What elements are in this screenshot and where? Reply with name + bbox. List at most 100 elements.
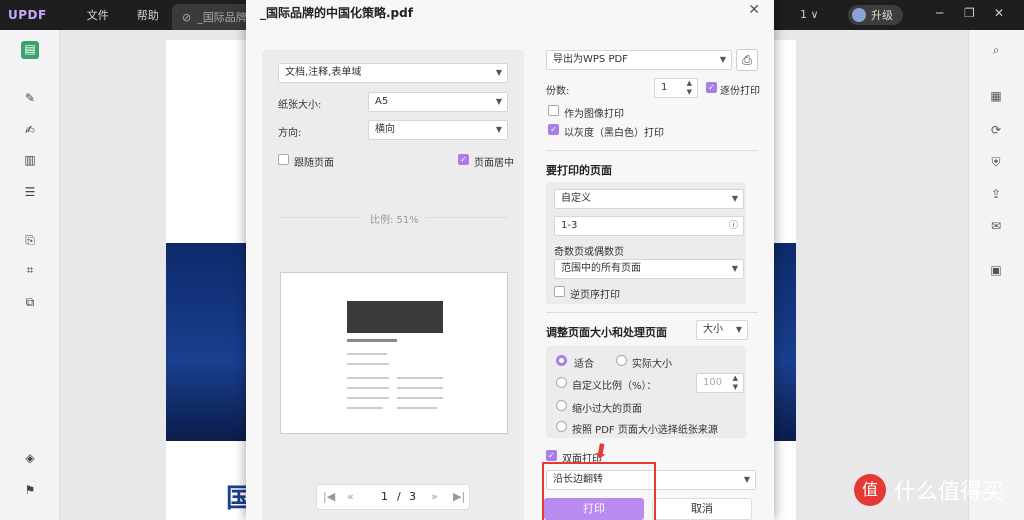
shrink-radio[interactable] [556, 400, 567, 411]
annotation-highlight-box [542, 462, 656, 520]
cancel-button[interactable]: 取消 [652, 498, 752, 520]
mail-icon[interactable]: ✉ [988, 218, 1004, 234]
size-mode-select[interactable]: 大小 ▼ [696, 320, 748, 340]
share-icon[interactable]: ⇪ [988, 186, 1004, 202]
app-logo: UPDF [8, 8, 47, 22]
ocr-icon[interactable]: ⎘ [22, 232, 38, 248]
print-preview-panel: 文档,注释,表单域 ▼ 纸张大小: A5 ▼ 方向: 横向 ▼ 跟随页面 ✓ 页… [262, 50, 524, 520]
custom-scale-input[interactable]: 100 ▲ ▼ [696, 373, 744, 393]
print-as-image-checkbox[interactable] [548, 105, 559, 116]
copies-stepper[interactable]: 1 ▲ ▼ [654, 78, 698, 98]
page-view-icon[interactable]: ▥ [22, 152, 38, 168]
odd-even-value: 范围中的所有页面 [561, 263, 641, 274]
comment-icon[interactable]: ✎ [22, 90, 38, 106]
preview-text-line [397, 407, 437, 409]
size-section-title: 调整页面大小和处理页面 [546, 326, 667, 339]
orientation-select[interactable]: 横向 ▼ [368, 120, 508, 140]
minimize-icon[interactable]: ─ [936, 6, 943, 20]
stepper-arrows-icon[interactable]: ▲ ▼ [733, 374, 738, 392]
menu-help[interactable]: 帮助 [137, 7, 159, 23]
menu-file[interactable]: 文件 [87, 7, 109, 23]
chevron-down-icon: ▼ [731, 194, 738, 203]
chevron-down-icon: ▼ [495, 97, 502, 106]
divider [546, 312, 758, 313]
actual-size-radio[interactable] [616, 355, 627, 366]
current-page-input[interactable]: 1 [381, 490, 388, 503]
last-page-icon[interactable]: ▶| [453, 490, 465, 503]
preview-text-line [347, 363, 389, 365]
orientation-value: 横向 [375, 124, 395, 135]
page-separator: / [397, 490, 401, 503]
page-count-dropdown[interactable]: 1 ∨ [800, 8, 819, 21]
dialog-title: _国际品牌的中国化策略.pdf [260, 6, 413, 20]
document-tab-title: _国际品牌 [197, 11, 247, 24]
restore-icon[interactable]: ❐ [964, 6, 975, 20]
organize-pages-icon[interactable]: ⧉ [22, 294, 38, 310]
edit-text-icon[interactable]: ✍ [22, 122, 38, 138]
pdf-page-size-label: 按照 PDF 页面大小选择纸张来源 [572, 425, 718, 436]
form-icon[interactable]: ☰ [22, 184, 38, 200]
print-settings-panel: 导出为WPS PDF ▼ ⎙ 份数: 1 ▲ ▼ ✓ 逐份打印 作为图像打印 ✓ … [536, 44, 764, 520]
bookmark-icon[interactable]: ⚑ [22, 482, 38, 498]
duplex-checkbox[interactable]: ✓ [546, 450, 557, 461]
odd-even-select[interactable]: 范围中的所有页面 ▼ [554, 259, 744, 279]
previous-page-icon[interactable]: « [347, 490, 354, 503]
shrink-label: 缩小过大的页面 [572, 404, 642, 415]
pages-mode-select[interactable]: 自定义 ▼ [554, 189, 744, 209]
ocr-text-icon[interactable]: ▦ [988, 88, 1004, 104]
content-select[interactable]: 文档,注释,表单域 ▼ [278, 63, 508, 83]
preview-title-line [347, 339, 397, 342]
chevron-down-icon: ▼ [495, 125, 502, 134]
copies-label: 份数: [546, 86, 570, 97]
preview-text-line [347, 387, 389, 389]
pages-range-input[interactable]: 1-3 ⓘ [554, 216, 744, 236]
preview-text-line [347, 407, 383, 409]
divider [426, 217, 508, 218]
collate-checkbox[interactable]: ✓ [706, 82, 717, 93]
fit-radio[interactable] [556, 355, 567, 366]
save-icon[interactable]: ▣ [988, 262, 1004, 278]
printer-select[interactable]: 导出为WPS PDF ▼ [546, 50, 732, 70]
copies-value: 1 [661, 82, 668, 93]
next-page-icon[interactable]: » [431, 490, 438, 503]
chevron-down-icon: ▼ [743, 475, 750, 484]
scale-label: 比例: 51% [370, 215, 419, 226]
fit-label: 适合 [574, 359, 594, 370]
print-dialog: _国际品牌的中国化策略.pdf ✕ 文档,注释,表单域 ▼ 纸张大小: A5 ▼… [246, 0, 774, 520]
layers-icon[interactable]: ◈ [22, 450, 38, 466]
paper-size-select[interactable]: A5 ▼ [368, 92, 508, 112]
printer-value: 导出为WPS PDF [553, 54, 628, 65]
custom-scale-value: 100 [703, 377, 723, 388]
stepper-arrows-icon[interactable]: ▲ ▼ [687, 79, 692, 97]
divider [278, 217, 362, 218]
custom-scale-radio[interactable] [556, 377, 567, 388]
help-icon[interactable]: ⓘ [729, 217, 738, 235]
close-icon[interactable]: ✕ [748, 2, 760, 18]
follow-page-label: 跟随页面 [294, 158, 334, 169]
search-icon[interactable]: ⌕ [988, 42, 1004, 58]
pages-mode-value: 自定义 [561, 193, 591, 204]
printer-settings-icon[interactable]: ⎙ [736, 49, 758, 71]
reverse-order-checkbox[interactable] [554, 286, 565, 297]
upgrade-button[interactable]: 升级 [848, 5, 903, 25]
paper-size-value: A5 [375, 96, 389, 107]
chevron-down-icon: ▼ [735, 325, 742, 334]
grayscale-checkbox[interactable]: ✓ [548, 124, 559, 135]
protect-icon[interactable]: ⛨ [988, 154, 1004, 170]
convert-icon[interactable]: ⟳ [988, 122, 1004, 138]
orientation-label: 方向: [278, 128, 302, 139]
center-page-checkbox[interactable]: ✓ [458, 154, 469, 165]
reverse-order-label: 逆页序打印 [570, 290, 620, 301]
first-page-icon[interactable]: |◀ [323, 490, 335, 503]
pdf-page-size-radio[interactable] [556, 421, 567, 432]
window-close-icon[interactable]: ✕ [994, 6, 1004, 20]
collate-label: 逐份打印 [720, 86, 760, 97]
watermark-text: 什么值得买 [894, 480, 1005, 505]
preview-text-line [397, 377, 443, 379]
crop-icon[interactable]: ⌗ [22, 262, 38, 278]
avatar [852, 8, 866, 22]
page-preview [280, 272, 508, 434]
preview-text-line [347, 353, 387, 355]
follow-page-checkbox[interactable] [278, 154, 289, 165]
reader-icon[interactable]: ▤ [21, 41, 39, 59]
